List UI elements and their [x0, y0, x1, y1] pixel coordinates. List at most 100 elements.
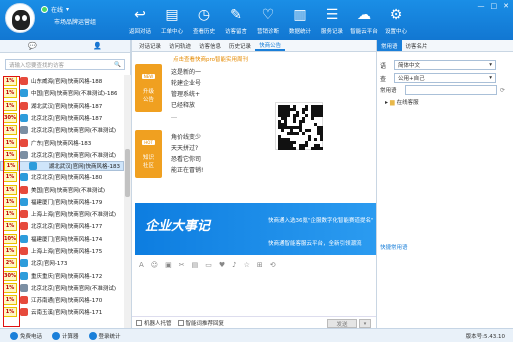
- window-controls: — □ ✕: [478, 2, 510, 10]
- visitor-icon: [20, 114, 28, 123]
- tool-icon: [88, 331, 97, 340]
- list-item[interactable]: 30% 重庆重庆|官网|快商风格-172: [0, 269, 124, 281]
- maximize-icon[interactable]: □: [491, 2, 498, 10]
- list-item[interactable]: 1% 湖北武汉|官网|快商风格-183: [0, 161, 124, 172]
- news-line[interactable]: 管理系统+: [171, 89, 226, 100]
- tab-4[interactable]: 快商公告: [255, 40, 286, 51]
- nav-record[interactable]: ☰ 服务记录: [316, 0, 348, 40]
- scope-select[interactable]: 公用+自己 ▾: [394, 73, 496, 83]
- news-line[interactable]: 天天拼过?: [171, 143, 226, 154]
- reply-panel: 常用语 访客名片 语简体中文 ▾ 查公用+自己 ▾ 常用语 ⟳ ▸ ▆ 在线客服 快捷常用语: [376, 40, 513, 328]
- tab-chat[interactable]: 💬: [0, 40, 65, 52]
- list-item[interactable]: 1% 云南玉溪|官网|快商风格-171: [0, 306, 124, 318]
- visitor-icon: [20, 247, 28, 255]
- visitor-icon: [20, 222, 28, 231]
- tab-3[interactable]: 历史记录: [225, 40, 255, 51]
- nav-cloud[interactable]: ☁ 智能云平台: [348, 0, 380, 40]
- send-button[interactable]: 发送: [327, 319, 357, 328]
- list-item[interactable]: 1% 美国|官网|快商官网(不准测试): [0, 183, 124, 195]
- bottom-item-0[interactable]: 免费电话: [10, 331, 42, 340]
- language-select[interactable]: 简体中文 ▾: [394, 60, 496, 70]
- avatar[interactable]: [5, 3, 35, 33]
- emoji-icon[interactable]: ☺: [151, 261, 158, 269]
- tab-0[interactable]: 对话记录: [135, 40, 165, 51]
- news-line[interactable]: 能正在冒销!: [171, 165, 226, 176]
- history-icon[interactable]: ⟲: [270, 261, 276, 269]
- list-item[interactable]: 1% 上海上海|官网|快商官网(不准测试): [0, 208, 124, 220]
- tab-1[interactable]: 访问轨迹: [165, 40, 195, 51]
- list-item[interactable]: 1% 中国|官网|快商官网(不准测试)-186: [0, 87, 124, 99]
- nav-history[interactable]: ◷ 查看历史: [188, 0, 220, 40]
- nav-ticket[interactable]: ▤ 工单中心: [156, 0, 188, 40]
- list-item[interactable]: 30% 北京北京|官网|快商风格-187: [0, 112, 124, 124]
- list-item[interactable]: 1% 江苏南通|官网|快商风格-170: [0, 294, 124, 306]
- card-icon[interactable]: ▭: [205, 261, 212, 269]
- list-item[interactable]: 1% 湖北武汉|官网|快商风格-187: [0, 100, 124, 112]
- community-tile[interactable]: HOT 知识 社区: [135, 130, 162, 178]
- news-line[interactable]: …: [171, 111, 226, 122]
- visitor-icon: [20, 234, 28, 243]
- news-line[interactable]: 角价线变少: [171, 132, 226, 143]
- list-item[interactable]: 1% 北京北京|官网|快商官网(不准测试): [0, 282, 124, 294]
- like-icon[interactable]: ♥: [219, 261, 225, 269]
- search-icon[interactable]: 🔍: [114, 62, 121, 68]
- refresh-icon[interactable]: ⟳: [500, 87, 505, 94]
- tab-contacts[interactable]: 👤: [65, 40, 130, 52]
- folder-icon[interactable]: ▤: [192, 261, 199, 269]
- gear-icon: ⚙: [389, 6, 403, 23]
- star-icon[interactable]: ☆: [244, 261, 250, 269]
- visitor-panel: 💬 👤 请输入您要查找的访客 🔍 1% 山东威海|官网|快商风格-188 1% 中国|官网…: [0, 40, 131, 328]
- font-icon[interactable]: A: [139, 261, 144, 269]
- nav-chart[interactable]: ▥ 数据统计: [284, 0, 316, 40]
- close-icon[interactable]: ✕: [503, 2, 509, 10]
- image-icon[interactable]: ▣: [165, 261, 172, 269]
- tool-icon: [10, 331, 18, 340]
- list-item[interactable]: 1% 福建厦门|官网|快商风格-179: [0, 196, 124, 208]
- send-options-button[interactable]: ▾: [359, 319, 371, 328]
- mic-icon[interactable]: ♪: [232, 261, 236, 269]
- grid-icon[interactable]: ⊞: [257, 261, 263, 269]
- promo-banner[interactable]: 企业大事记 快商通入选36氪"企服数字化智能赛道提名" 快商通智能客服云平台，全…: [135, 203, 376, 255]
- scrollbar[interactable]: [124, 75, 131, 328]
- minimize-icon[interactable]: —: [478, 2, 485, 10]
- list-item[interactable]: 1% 上海上海|官网|快商风格-175: [0, 245, 124, 257]
- file-icon[interactable]: ✂: [179, 261, 185, 269]
- nav-gear[interactable]: ⚙ 设置中心: [380, 0, 412, 40]
- list-item[interactable]: 1% 北京北京|官网|快商官网(不准测试): [0, 124, 124, 136]
- tab-2[interactable]: 访客信息: [195, 40, 225, 51]
- tool-icon: [52, 331, 61, 340]
- quick-phrases-link[interactable]: 快捷常用语: [380, 243, 408, 251]
- search-input[interactable]: 请输入您要查找的访客 🔍: [5, 59, 125, 70]
- common-search-input[interactable]: [405, 85, 497, 95]
- nav-message[interactable]: ✎ 访客留言: [220, 0, 252, 40]
- list-item[interactable]: 10% 福建厦门|官网|快商风格-174: [0, 233, 124, 245]
- score-badge: 1%: [3, 88, 17, 99]
- visitor-icon: [20, 271, 28, 280]
- bottom-item-2[interactable]: 登录统计: [88, 331, 121, 340]
- news-line[interactable]: 这是新的一: [171, 67, 226, 78]
- list-item[interactable]: 1% 广东|官网|快商风格-183: [0, 136, 124, 148]
- visitor-icon: [20, 138, 28, 147]
- news-headline[interactable]: 点击查看快商pro智能实用周刊: [173, 55, 248, 63]
- right-tab-0[interactable]: 常用语: [377, 40, 402, 51]
- list-item[interactable]: 1% 山东威海|官网|快商风格-188: [0, 75, 124, 87]
- list-item[interactable]: 2% 北京|官网-173: [0, 257, 124, 269]
- nav-back[interactable]: ↩ 返回对话: [124, 0, 156, 40]
- list-item[interactable]: 1% 北京北京|官网|快商风格-177: [0, 220, 124, 232]
- list-item[interactable]: 1% 北京北京|官网|快商风格-180: [0, 171, 124, 183]
- smart-reply-checkbox[interactable]: [177, 319, 184, 326]
- status-dot-icon: [41, 6, 48, 13]
- folder-online-service[interactable]: 在线客服: [397, 98, 419, 106]
- news-line[interactable]: 轮建企业号: [171, 78, 226, 89]
- list-item[interactable]: 1% 北京北京|官网|快商官网(不准测试): [0, 149, 124, 161]
- news-line[interactable]: 恐看它你司: [171, 154, 226, 165]
- news-line[interactable]: 已经释放: [171, 100, 226, 111]
- bottom-item-1[interactable]: 计算器: [52, 331, 79, 340]
- online-status[interactable]: 在线 ▾: [41, 5, 69, 14]
- right-tab-1[interactable]: 访客名片: [402, 40, 432, 51]
- score-badge: 1%: [3, 125, 17, 136]
- update-tile[interactable]: NEW 升级 公告: [135, 64, 162, 112]
- robot-checkbox[interactable]: [136, 319, 142, 326]
- visitor-icon: [20, 101, 28, 110]
- nav-diagnosis[interactable]: ♡ 营销诊断: [252, 0, 284, 40]
